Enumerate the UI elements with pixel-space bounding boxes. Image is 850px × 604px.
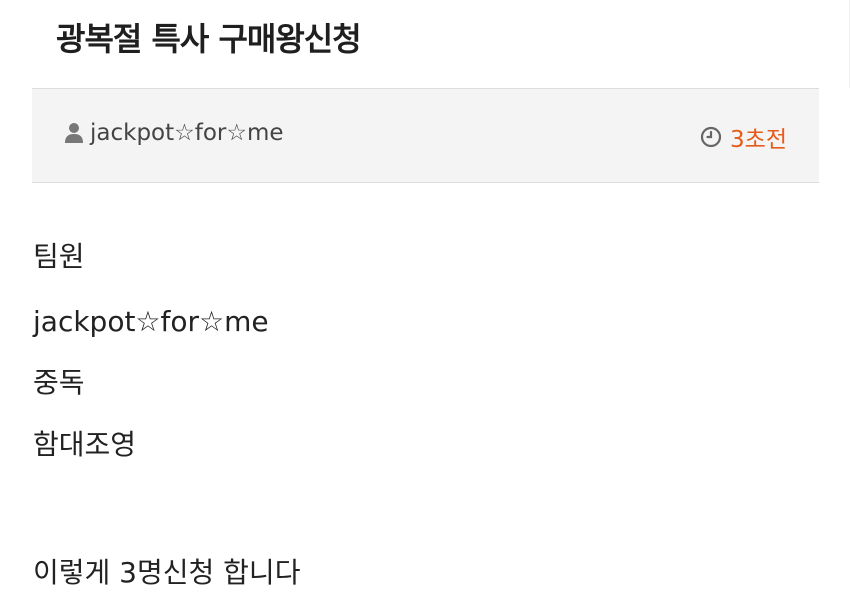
content-line: 중독 [33,366,85,399]
header-area: 광복절 특사 구매왕신청 [0,0,850,88]
author-name: jackpot☆for☆me [90,120,284,146]
clock-icon [700,126,722,148]
post-author[interactable]: jackpot☆for☆me [64,120,284,146]
user-icon [64,122,84,144]
content-line: 이렇게 3명신청 합니다 [33,556,301,589]
page-title: 광복절 특사 구매왕신청 [56,20,362,58]
content-line: 함대조영 [33,428,137,461]
time-ago: 3초전 [730,127,787,153]
post-time: 3초전 [700,120,787,154]
content-line: 팀원 [33,240,85,273]
post-meta-bar: jackpot☆for☆me 3초전 [32,88,819,183]
content-line: jackpot☆for☆me [33,305,269,338]
